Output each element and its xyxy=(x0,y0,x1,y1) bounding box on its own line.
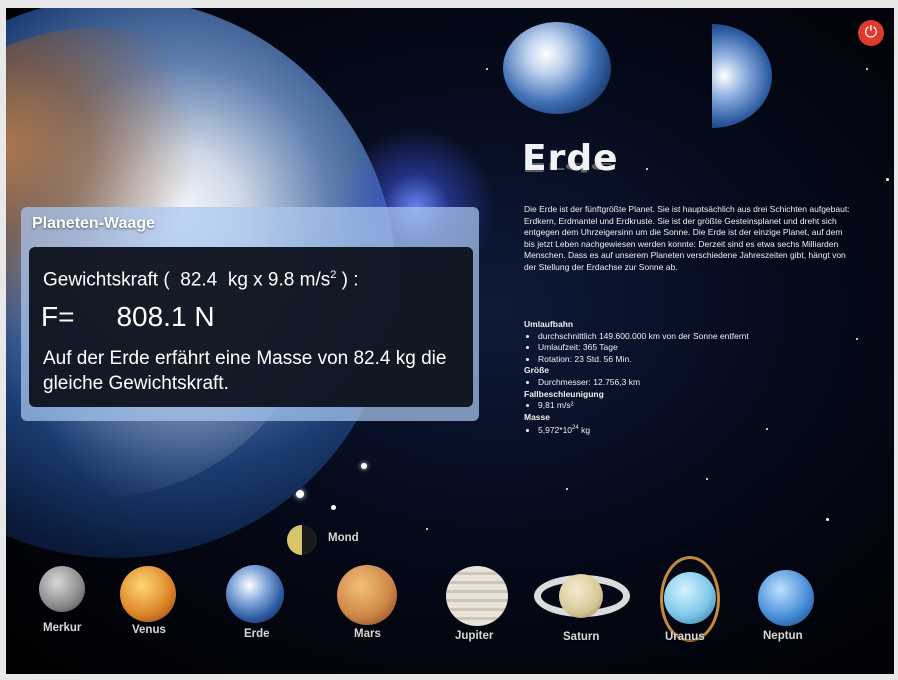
star xyxy=(886,178,889,181)
mars-label[interactable]: Mars xyxy=(354,628,381,640)
mond-planet-button[interactable] xyxy=(287,525,317,555)
merkur-label[interactable]: Merkur xyxy=(43,622,81,634)
planet-title-reflection: Erde xyxy=(522,159,615,174)
star xyxy=(856,338,858,340)
fact-item: 9,81 m/s² xyxy=(538,400,844,412)
erde-planet-button[interactable] xyxy=(226,565,284,623)
earth-image-half xyxy=(712,24,772,128)
venus-planet-button[interactable] xyxy=(120,566,176,622)
merkur-planet-button[interactable] xyxy=(39,566,85,612)
panel-content: Gewichtskraft ( 82.4 kg x 9.8 m/s2 ) : F… xyxy=(29,247,473,407)
star xyxy=(826,518,829,521)
mars-planet-button[interactable] xyxy=(337,565,397,625)
fact-item: Rotation: 23 Std. 56 Min. xyxy=(538,354,844,366)
neptun-planet-button[interactable] xyxy=(758,570,814,626)
planet-description: Die Erde ist der fünftgrößte Planet. Sie… xyxy=(524,204,850,272)
force-result: F= 808.1 N xyxy=(41,301,215,332)
earth-image-full xyxy=(503,22,611,114)
star xyxy=(426,528,428,530)
erde-label[interactable]: Erde xyxy=(244,628,270,640)
mass-value[interactable]: 82.4 xyxy=(180,269,217,290)
star xyxy=(866,68,868,70)
venus-label[interactable]: Venus xyxy=(132,624,166,636)
panel-title: Planeten-Waage xyxy=(32,215,155,232)
section-fall-title: Fallbeschleunigung xyxy=(524,388,604,399)
star xyxy=(331,505,336,510)
comparison-text: Auf der Erde erfährt eine Masse von 82.4… xyxy=(43,348,447,394)
star xyxy=(486,68,488,70)
saturn-label[interactable]: Saturn xyxy=(563,631,599,643)
fact-item: Umlaufzeit: 365 Tage xyxy=(538,342,844,354)
fact-item-masse: 5,972*1024 kg xyxy=(538,423,844,436)
power-button[interactable]: ⏻ xyxy=(858,20,884,46)
app-screen: ⏻ Erde Erde Die Erde ist der fünftgrößte… xyxy=(6,8,894,674)
planet-facts: Umlaufbahn durchschnittlich 149.600.000 … xyxy=(524,319,844,437)
jupiter-planet-button[interactable] xyxy=(446,566,508,626)
fact-item: durchschnittlich 149.600.000 km von der … xyxy=(538,331,844,343)
section-umlaufbahn-title: Umlaufbahn xyxy=(524,319,574,329)
saturn-planet-button[interactable] xyxy=(559,574,603,618)
fact-item: Durchmesser: 12.756,3 km xyxy=(538,377,844,389)
jupiter-label[interactable]: Jupiter xyxy=(455,630,493,642)
weight-formula: Gewichtskraft ( 82.4 kg x 9.8 m/s2 ) : xyxy=(43,269,359,291)
star xyxy=(706,478,708,480)
planet-scale-panel: Planeten-Waage Gewichtskraft ( 82.4 kg x… xyxy=(21,207,479,421)
star xyxy=(566,488,568,490)
star xyxy=(361,463,367,469)
mond-label[interactable]: Mond xyxy=(328,532,359,544)
section-masse-title: Masse xyxy=(524,411,550,422)
force-value: 808.1 N xyxy=(116,301,215,332)
uranus-planet-button[interactable] xyxy=(664,572,716,624)
section-groesse-title: Größe xyxy=(524,365,550,376)
uranus-label[interactable]: Uranus xyxy=(665,631,705,643)
star xyxy=(646,168,648,170)
neptun-label[interactable]: Neptun xyxy=(763,630,803,642)
